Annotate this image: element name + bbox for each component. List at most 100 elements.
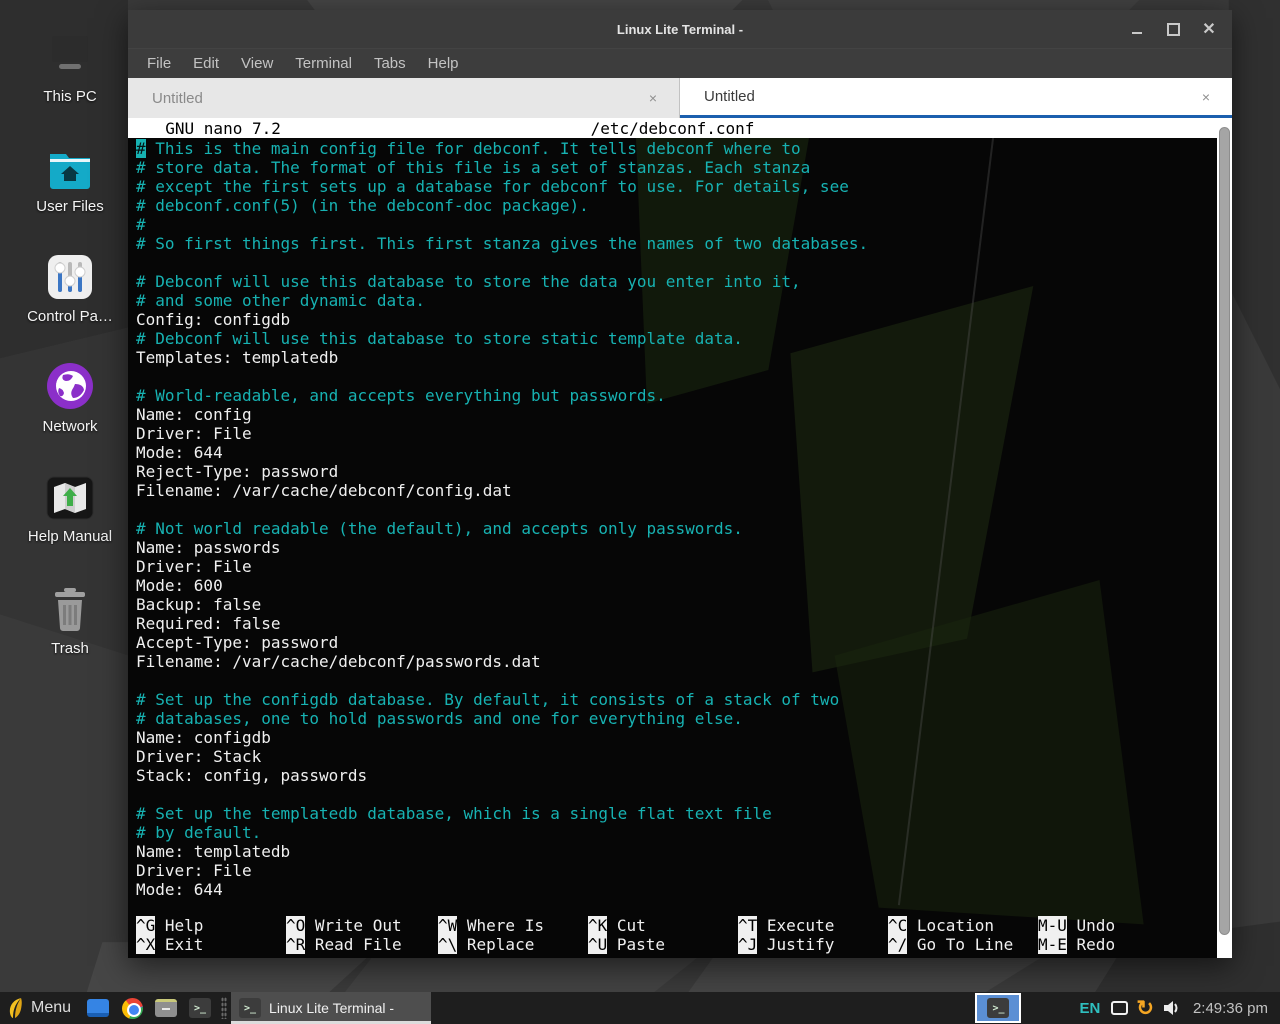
nano-shortcut: M-U Undo [1038, 916, 1115, 935]
task-button-label: Linux Lite Terminal - [269, 1000, 394, 1016]
menu-edit[interactable]: Edit [182, 49, 230, 78]
laptop-icon [14, 22, 126, 80]
editor-line: Stack: config, passwords [136, 766, 1217, 785]
desktop-icon-help-manual[interactable]: Help Manual [14, 462, 126, 545]
editor-line [136, 671, 1217, 690]
terminal-window: Linux Lite Terminal - ✕ File Edit View T… [128, 10, 1232, 958]
desktop-icon-this-pc[interactable]: This PC [14, 22, 126, 105]
taskbar: Menu >_ >_ Linux Lite Terminal - >_ EN ↻… [0, 992, 1280, 1024]
editor-line: # Set up the configdb database. By defau… [136, 690, 1217, 709]
desktop-icon-network[interactable]: Network [14, 352, 126, 435]
update-notifier-icon[interactable]: ↻ [1136, 998, 1154, 1019]
shortcut-key: ^G [136, 916, 155, 935]
desktop-icon-label: Control Pa… [14, 308, 126, 325]
editor-line: # except the first sets up a database fo… [136, 177, 1217, 196]
editor-line: # Set up the templatedb database, which … [136, 804, 1217, 823]
start-menu-label: Menu [31, 999, 71, 1017]
shortcut-key: ^W [438, 916, 457, 935]
desktop-icon-label: User Files [14, 198, 126, 215]
editor-line: Mode: 644 [136, 443, 1217, 462]
editor-line: # World-readable, and accepts everything… [136, 386, 1217, 405]
minimize-button[interactable] [1126, 18, 1148, 40]
shortcut-key: M-E [1038, 935, 1067, 954]
desktop-icon-trash[interactable]: Trash [14, 574, 126, 657]
nano-shortcut: ^X Exit [136, 935, 286, 954]
show-desktop-icon[interactable] [86, 996, 110, 1020]
editor-line: Driver: Stack [136, 747, 1217, 766]
tray-terminal-icon[interactable]: >_ [975, 993, 1021, 1023]
editor-line: Name: configdb [136, 728, 1217, 747]
menu-tabs[interactable]: Tabs [363, 49, 417, 78]
nano-shortcut: ^C Location [888, 916, 1038, 935]
editor-line: # and some other dynamic data. [136, 291, 1217, 310]
desktop-icon-label: Help Manual [14, 528, 126, 545]
volume-icon[interactable] [1163, 1000, 1181, 1016]
menu-terminal[interactable]: Terminal [284, 49, 363, 78]
editor-line: Mode: 644 [136, 880, 1217, 899]
nano-shortcut: ^W Where Is [438, 916, 588, 935]
editor-line: Templates: templatedb [136, 348, 1217, 367]
display-tray-icon[interactable] [1111, 1001, 1128, 1015]
editor-line: Config: configdb [136, 310, 1217, 329]
editor-line: # Not world readable (the default), and … [136, 519, 1217, 538]
terminal-view[interactable]: GNU nano 7.2 /etc/debconf.conf # This is… [128, 118, 1232, 958]
nano-shortcut-bar: ^G Help^O Write Out^W Where Is^K Cut^T E… [128, 916, 1217, 958]
tab-close-icon[interactable]: × [649, 90, 657, 106]
nano-shortcut: ^O Write Out [286, 916, 438, 935]
nano-shortcut: M-E Redo [1038, 935, 1115, 954]
tab-untitled-1[interactable]: Untitled × [128, 78, 680, 118]
start-menu-button[interactable]: Menu [0, 992, 81, 1024]
keyboard-layout-indicator[interactable]: EN [1079, 1000, 1100, 1017]
editor-line [136, 367, 1217, 386]
close-button[interactable]: ✕ [1198, 18, 1220, 40]
file-manager-icon[interactable] [154, 996, 178, 1020]
editor-line: Driver: File [136, 861, 1217, 880]
text-cursor: # [136, 139, 146, 158]
terminal-launcher-icon[interactable]: >_ [188, 996, 212, 1020]
editor-line: # This is the main config file for debco… [136, 139, 1217, 158]
editor-line: # by default. [136, 823, 1217, 842]
desktop-icon-control-panel[interactable]: Control Pa… [14, 242, 126, 325]
tab-close-icon[interactable]: × [1202, 89, 1210, 105]
desktop-icon-user-files[interactable]: User Files [14, 132, 126, 215]
desktop-icon-label: This PC [14, 88, 126, 105]
shortcut-key: ^T [738, 916, 757, 935]
desktop-icon-label: Network [14, 418, 126, 435]
terminal-icon: >_ [239, 998, 261, 1018]
editor-line: Name: templatedb [136, 842, 1217, 861]
editor-line: # Debconf will use this database to stor… [136, 272, 1217, 291]
menu-view[interactable]: View [230, 49, 284, 78]
task-button-terminal[interactable]: >_ Linux Lite Terminal - [231, 992, 431, 1024]
editor-line: Mode: 600 [136, 576, 1217, 595]
shortcut-key: ^K [588, 916, 607, 935]
window-titlebar[interactable]: Linux Lite Terminal - ✕ [128, 10, 1232, 48]
scrollbar-thumb[interactable] [1219, 127, 1230, 935]
editor-line: Backup: false [136, 595, 1217, 614]
nano-shortcut: ^G Help [136, 916, 286, 935]
chrome-icon[interactable] [120, 996, 144, 1020]
editor-line: Name: config [136, 405, 1217, 424]
maximize-button[interactable] [1162, 18, 1184, 40]
editor-line: Filename: /var/cache/debconf/config.dat [136, 481, 1217, 500]
editor-line: Accept-Type: password [136, 633, 1217, 652]
menu-help[interactable]: Help [417, 49, 470, 78]
clock[interactable]: 2:49:36 pm [1193, 1000, 1268, 1017]
terminal-scrollbar[interactable] [1217, 118, 1232, 958]
linux-lite-logo-icon [8, 997, 24, 1019]
tab-untitled-2[interactable]: Untitled × [680, 78, 1232, 118]
shortcut-key: ^O [286, 916, 305, 935]
editor-line: Required: false [136, 614, 1217, 633]
nano-shortcut: ^R Read File [286, 935, 438, 954]
tab-bar: Untitled × Untitled × [128, 78, 1232, 118]
editor-line: Driver: File [136, 424, 1217, 443]
menu-file[interactable]: File [136, 49, 182, 78]
shortcut-key: ^/ [888, 935, 907, 954]
editor-line [136, 253, 1217, 272]
desktop-icon-label: Trash [14, 640, 126, 657]
editor-line: # debconf.conf(5) (in the debconf-doc pa… [136, 196, 1217, 215]
sliders-icon [14, 242, 126, 300]
editor-line [136, 785, 1217, 804]
globe-icon [14, 352, 126, 410]
nano-shortcut: ^K Cut [588, 916, 738, 935]
editor-content[interactable]: # This is the main config file for debco… [128, 138, 1217, 916]
